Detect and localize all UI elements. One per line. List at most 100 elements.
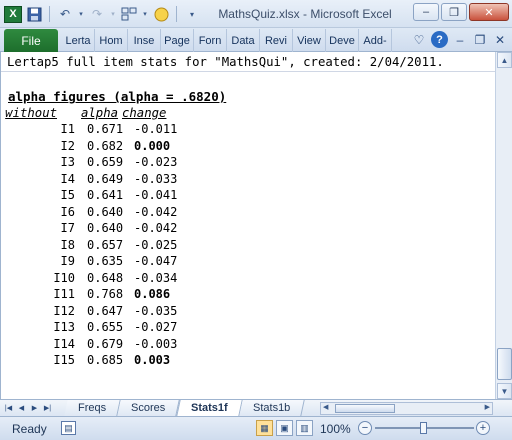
tab-home[interactable]: Hom	[95, 29, 128, 52]
item-label[interactable]: I14	[53, 337, 75, 351]
table-row[interactable]: I5 0.641 -0.041	[1, 188, 201, 205]
prev-sheet-icon[interactable]: ◀	[17, 402, 26, 414]
last-sheet-icon[interactable]: ▶|	[43, 402, 52, 414]
worksheet-area[interactable]: Lertap5 full item stats for "MathsQui", …	[0, 52, 495, 399]
zoom-in-icon[interactable]: +	[476, 421, 490, 435]
alpha-figures-heading[interactable]: alpha figures (alpha = .6820)	[8, 89, 226, 104]
table-row[interactable]: I6 0.640 -0.042	[1, 205, 201, 222]
file-tab[interactable]: File	[4, 29, 58, 52]
sheet-tab-scores[interactable]: Scores	[117, 400, 181, 416]
change-value[interactable]: -0.042	[134, 221, 177, 235]
redo-dropdown-icon[interactable]: ▾	[109, 5, 117, 23]
excel-icon[interactable]: X	[4, 5, 22, 23]
window-close-icon[interactable]: ✕	[492, 32, 508, 48]
next-sheet-icon[interactable]: ▶	[30, 402, 39, 414]
sheet-tab-freqs[interactable]: Freqs	[64, 400, 121, 416]
item-label[interactable]: I2	[61, 139, 75, 153]
zoom-slider[interactable]	[375, 422, 474, 434]
undo-dropdown-icon[interactable]: ▾	[77, 5, 85, 23]
horizontal-scrollbar[interactable]: ◀ ▶	[320, 402, 493, 415]
table-row[interactable]: I2 0.682 0.000	[1, 139, 201, 156]
scroll-left-icon[interactable]: ◀	[323, 403, 328, 411]
alpha-value[interactable]: 0.641	[87, 188, 123, 202]
sheet-tab-stats1f[interactable]: Stats1f	[176, 400, 243, 416]
item-label[interactable]: I13	[53, 320, 75, 334]
table-row[interactable]: I13 0.655 -0.027	[1, 320, 201, 337]
alpha-value[interactable]: 0.649	[87, 172, 123, 186]
scroll-right-icon[interactable]: ▶	[485, 403, 490, 411]
alpha-value[interactable]: 0.647	[87, 304, 123, 318]
alpha-value[interactable]: 0.648	[87, 271, 123, 285]
tab-developer[interactable]: Deve	[326, 29, 359, 52]
column-header-change[interactable]: change	[122, 106, 166, 120]
table-row[interactable]: I9 0.635 -0.047	[1, 254, 201, 271]
change-value[interactable]: -0.035	[134, 304, 177, 318]
page-layout-view-icon[interactable]: ▣	[276, 420, 293, 436]
alpha-value[interactable]: 0.682	[87, 139, 123, 153]
change-value[interactable]: -0.033	[134, 172, 177, 186]
tab-view[interactable]: View	[293, 29, 326, 52]
tab-data[interactable]: Data	[227, 29, 260, 52]
item-label[interactable]: I6	[61, 205, 75, 219]
alpha-value[interactable]: 0.671	[87, 122, 123, 136]
change-value[interactable]: 0.003	[134, 353, 170, 367]
alpha-value[interactable]: 0.685	[87, 353, 123, 367]
tab-page-layout[interactable]: Page	[161, 29, 194, 52]
horizontal-scroll-thumb[interactable]	[335, 404, 395, 413]
change-value[interactable]: -0.047	[134, 254, 177, 268]
table-row[interactable]: I15 0.685 0.003	[1, 353, 201, 370]
item-label[interactable]: I5	[61, 188, 75, 202]
form-icon[interactable]	[120, 5, 138, 23]
table-row[interactable]: I1 0.671 -0.011	[1, 122, 201, 139]
item-label[interactable]: I10	[53, 271, 75, 285]
vertical-scroll-thumb[interactable]	[497, 348, 512, 380]
item-label[interactable]: I3	[61, 155, 75, 169]
zoom-slider-thumb[interactable]	[420, 422, 427, 434]
vertical-scrollbar[interactable]: ▲ ▼	[495, 52, 512, 399]
alpha-value[interactable]: 0.640	[87, 221, 123, 235]
tab-formulas[interactable]: Forn	[194, 29, 227, 52]
save-icon[interactable]	[25, 5, 43, 23]
report-title-line[interactable]: Lertap5 full item stats for "MathsQui", …	[1, 52, 495, 72]
table-row[interactable]: I12 0.647 -0.035	[1, 304, 201, 321]
alpha-value[interactable]: 0.659	[87, 155, 123, 169]
scroll-up-icon[interactable]: ▲	[497, 52, 512, 68]
normal-view-icon[interactable]: ▦	[256, 420, 273, 436]
item-label[interactable]: I15	[53, 353, 75, 367]
change-value[interactable]: -0.034	[134, 271, 177, 285]
tab-insert[interactable]: Inse	[128, 29, 161, 52]
table-row[interactable]: I14 0.679 -0.003	[1, 337, 201, 354]
sheet-tab-stats1b[interactable]: Stats1b	[239, 400, 306, 416]
zoom-out-icon[interactable]: −	[358, 421, 372, 435]
change-value[interactable]: -0.023	[134, 155, 177, 169]
item-label[interactable]: I12	[53, 304, 75, 318]
item-label[interactable]: I9	[61, 254, 75, 268]
change-value[interactable]: -0.027	[134, 320, 177, 334]
alpha-value[interactable]: 0.768	[87, 287, 123, 301]
redo-icon[interactable]: ↷	[88, 5, 106, 23]
change-value[interactable]: 0.086	[134, 287, 170, 301]
tab-lertap[interactable]: Lerta	[62, 29, 95, 52]
minimize-icon[interactable]: –	[413, 3, 439, 21]
smiley-icon[interactable]	[152, 5, 170, 23]
change-value[interactable]: -0.003	[134, 337, 177, 351]
form-dropdown-icon[interactable]: ▾	[141, 5, 149, 23]
item-label[interactable]: I8	[61, 238, 75, 252]
alpha-value[interactable]: 0.635	[87, 254, 123, 268]
item-label[interactable]: I7	[61, 221, 75, 235]
close-icon[interactable]: ✕	[469, 3, 509, 21]
restore-icon[interactable]: ❐	[441, 3, 467, 21]
tab-add-ins[interactable]: Add-	[359, 29, 392, 52]
change-value[interactable]: -0.042	[134, 205, 177, 219]
table-row[interactable]: I4 0.649 -0.033	[1, 172, 201, 189]
change-value[interactable]: 0.000	[134, 139, 170, 153]
alpha-value[interactable]: 0.657	[87, 238, 123, 252]
scroll-down-icon[interactable]: ▼	[497, 383, 512, 399]
page-break-view-icon[interactable]: ▥	[296, 420, 313, 436]
undo-icon[interactable]: ↶	[56, 5, 74, 23]
change-value[interactable]: -0.041	[134, 188, 177, 202]
table-row[interactable]: I10 0.648 -0.034	[1, 271, 201, 288]
first-sheet-icon[interactable]: |◀	[4, 402, 13, 414]
column-header-without[interactable]: without	[5, 106, 57, 120]
macro-record-icon[interactable]: ▤	[61, 421, 76, 435]
